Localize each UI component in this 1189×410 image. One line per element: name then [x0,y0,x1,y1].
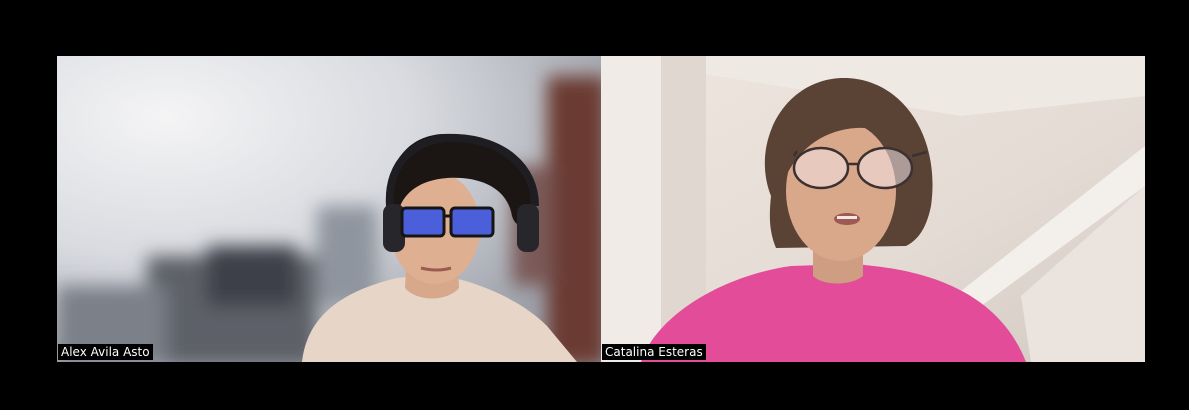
participant-video-2 [601,56,1145,362]
participant-name-label: Alex Avila Asto [58,344,153,360]
participant-tile-2[interactable]: Catalina Esteras [601,56,1145,362]
participant-video-1 [57,56,601,362]
video-call-grid: Alex Avila Asto Catalina Esteras [0,0,1189,410]
participant-name-label: Catalina Esteras [602,344,706,360]
participant-tile-1[interactable]: Alex Avila Asto [57,56,601,362]
